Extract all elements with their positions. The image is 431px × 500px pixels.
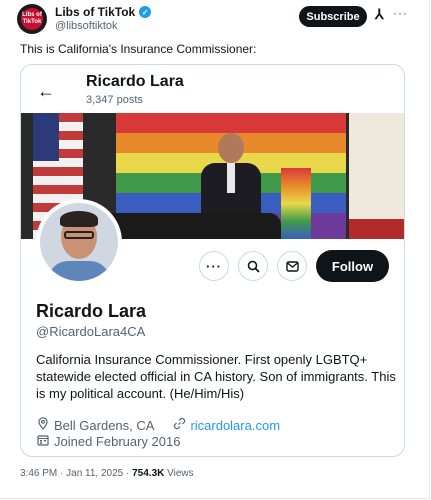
tweet-meta: 3:46 PM · Jan 11, 2025 · 754.3K Views: [20, 468, 194, 479]
search-icon: [238, 251, 268, 281]
tweet-text: This is California's Insurance Commissio…: [20, 42, 257, 56]
more-icon[interactable]: ···: [393, 6, 408, 20]
follow-button: Follow: [316, 250, 389, 282]
author-name-text: Libs of TikTok: [55, 5, 136, 19]
tweet-views-count: 754.3K: [132, 468, 165, 479]
verified-badge-icon: ✓: [139, 6, 152, 18]
tweet-views-label: Views: [164, 468, 194, 479]
author-handle[interactable]: @libsoftiktok: [55, 20, 118, 32]
profile-more-button: ···: [199, 251, 229, 281]
back-arrow-icon: ←: [37, 81, 55, 101]
grok-icon[interactable]: ⅄: [375, 6, 384, 23]
profile-joined: Joined February 2016: [54, 434, 181, 449]
profile-joined-row: Joined February 2016: [36, 434, 180, 449]
subscribe-button[interactable]: Subscribe: [299, 6, 367, 27]
author-avatar[interactable]: Libs of TikTok: [17, 4, 47, 34]
embedded-profile-screenshot[interactable]: ← Ricardo Lara 3,347 posts ··· Follow Ri…: [20, 64, 405, 457]
profile-website: ricardolara.com: [190, 417, 281, 433]
profile-header-posts: 3,347 posts: [86, 94, 143, 106]
profile-avatar: [36, 199, 122, 285]
profile-handle: @RicardoLara4CA: [36, 324, 146, 339]
calendar-icon: [36, 434, 50, 449]
profile-meta-row: Bell Gardens, CA ricardolara.com: [36, 417, 280, 433]
location-pin-icon: [36, 417, 50, 433]
message-icon: [277, 251, 307, 281]
tweet-timestamp[interactable]: 3:46 PM · Jan 11, 2025 ·: [20, 468, 132, 479]
profile-header-name: Ricardo Lara: [86, 73, 184, 90]
author-name[interactable]: Libs of TikTok ✓: [55, 5, 152, 19]
profile-location: Bell Gardens, CA: [54, 417, 155, 433]
profile-display-name: Ricardo Lara: [36, 301, 147, 321]
tweet-container: Libs of TikTok Libs of TikTok ✓ @libsoft…: [0, 0, 430, 499]
avatar-logo-text: Libs of TikTok: [22, 12, 42, 25]
link-icon: [172, 417, 186, 433]
profile-bio: California Insurance Commissioner. First…: [36, 352, 396, 401]
